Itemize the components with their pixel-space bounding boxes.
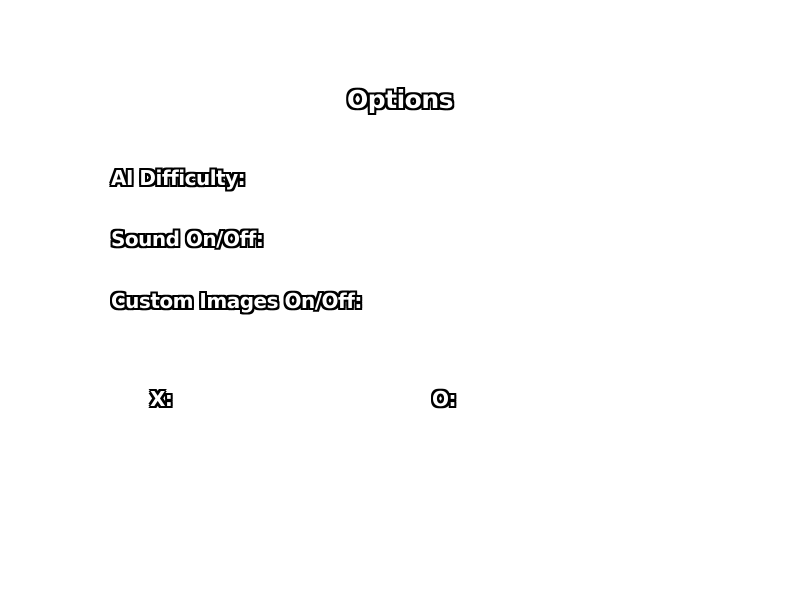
player-o-label: O: bbox=[432, 387, 457, 411]
player-x-label: X: bbox=[150, 387, 173, 411]
ai-difficulty-label: AI Difficulty: bbox=[111, 166, 246, 190]
custom-images-toggle-label: Custom Images On/Off: bbox=[111, 289, 362, 313]
sound-toggle-label: Sound On/Off: bbox=[111, 227, 264, 251]
page-title: Options bbox=[346, 85, 454, 114]
